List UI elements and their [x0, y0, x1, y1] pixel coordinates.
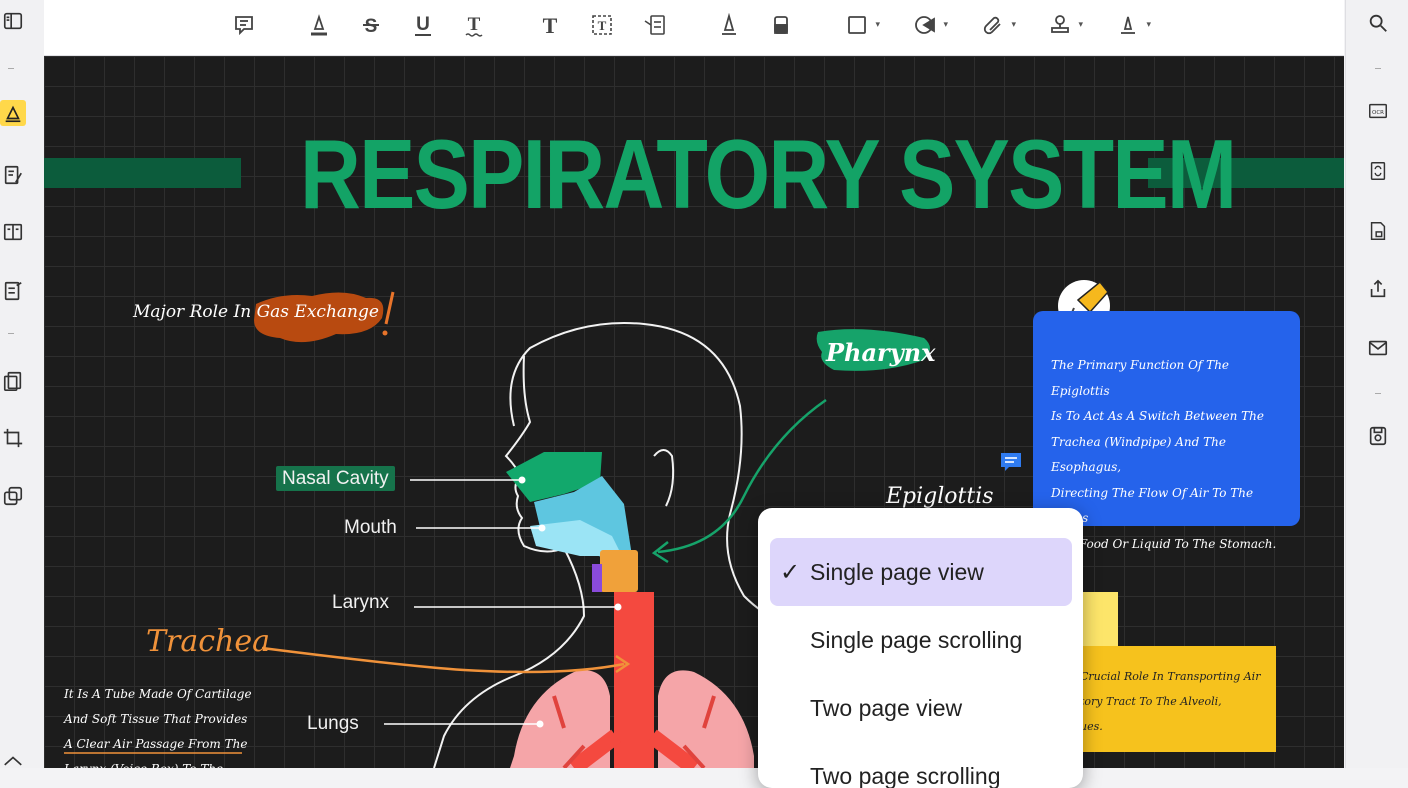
protect-icon[interactable]: [1365, 218, 1391, 244]
trachea-arrow: [262, 648, 624, 672]
svg-text:T: T: [468, 14, 481, 35]
nasal-cavity-label: Nasal Cavity: [276, 468, 395, 490]
menu-item-label: Two page scrolling: [810, 763, 1001, 788]
svg-text:U: U: [416, 14, 430, 35]
trachea-note-line: Larynx (Voice Box) To The: [64, 757, 264, 768]
menu-item-label: Two page view: [810, 695, 962, 722]
email-icon[interactable]: [1365, 335, 1391, 361]
tagline-highlight: Gas Exchange: [257, 302, 379, 322]
larynx-label: Larynx: [332, 592, 389, 614]
organize-pages-icon[interactable]: [0, 368, 26, 394]
comment-icon[interactable]: [229, 10, 259, 40]
epiglottis-note-text: The Primary Function Of The Epiglottis I…: [1051, 353, 1291, 557]
share-icon[interactable]: [1365, 276, 1391, 302]
trachea-label: Trachea: [146, 624, 270, 659]
annotation-toolbar: S U T T T ▾ ▾ ▾ ▾ ▾: [44, 0, 1344, 56]
text-callout-icon[interactable]: [640, 10, 670, 40]
text-icon[interactable]: T: [535, 10, 565, 40]
ear-outline: [654, 450, 673, 506]
comment-mode-icon[interactable]: [0, 100, 26, 126]
crop-icon[interactable]: [0, 425, 26, 451]
comment-marker-icon[interactable]: [999, 450, 1023, 474]
svg-text:T: T: [598, 18, 607, 33]
right-sidebar: OCR: [1345, 0, 1408, 768]
bookmark-icon[interactable]: [0, 750, 26, 776]
check-icon: ✓: [770, 558, 810, 587]
larynx-shape: [600, 550, 638, 592]
trachea-note: It Is A Tube Made Of Cartilage And Soft …: [64, 682, 264, 768]
lungs-label: Lungs: [307, 713, 359, 735]
tagline-exclamation: [386, 292, 393, 324]
compress-icon[interactable]: [0, 483, 26, 509]
thumbnail-panel-icon[interactable]: [0, 8, 26, 34]
mouth-label: Mouth: [344, 517, 397, 539]
shape-icon[interactable]: ▾: [842, 10, 872, 40]
trachea-note-line: It Is A Tube Made Of Cartilage: [64, 682, 264, 707]
menu-item-two-page-scrolling[interactable]: Two page scrolling: [770, 742, 1072, 788]
reader-mode-icon[interactable]: [0, 219, 26, 245]
alveoli-note-text: Crucial Role In Transporting Air tory Tr…: [1080, 664, 1270, 739]
convert-icon[interactable]: [1365, 158, 1391, 184]
area-highlight-icon[interactable]: ▾: [910, 10, 940, 40]
menu-item-two-page-view[interactable]: Two page view: [770, 674, 1072, 742]
search-icon[interactable]: [1365, 10, 1391, 36]
menu-item-single-page-view[interactable]: ✓Single page view: [770, 538, 1072, 606]
ocr-icon[interactable]: OCR: [1365, 98, 1391, 124]
text-box-icon[interactable]: T: [587, 10, 617, 40]
squiggly-underline-icon[interactable]: T: [459, 10, 489, 40]
epiglottis-note[interactable]: The Primary Function Of The Epiglottis I…: [1033, 311, 1300, 526]
highlight-icon[interactable]: [304, 10, 334, 40]
edit-mode-icon[interactable]: [0, 162, 26, 188]
alveoli-note[interactable]: Crucial Role In Transporting Air tory Tr…: [1070, 646, 1276, 752]
signature-icon[interactable]: ▾: [1113, 10, 1143, 40]
pencil-icon[interactable]: [714, 10, 744, 40]
menu-item-label: Single page view: [810, 559, 984, 586]
epiglottis-label: Epiglottis: [886, 484, 994, 509]
document-canvas[interactable]: RESPIRATORY SYSTEM: [44, 56, 1344, 768]
trachea-note-line: A Clear Air Passage From The: [64, 732, 264, 757]
pharynx-label: Pharynx: [826, 338, 935, 367]
trachea-note-line: And Soft Tissue That Provides: [64, 707, 264, 732]
form-mode-icon[interactable]: [0, 278, 26, 304]
save-icon[interactable]: [1365, 423, 1391, 449]
svg-text:T: T: [543, 13, 558, 37]
stamp-icon[interactable]: ▾: [1045, 10, 1075, 40]
svg-text:S: S: [365, 16, 378, 37]
tagline: Major Role In Gas Exchange: [133, 302, 379, 322]
eraser-icon[interactable]: [766, 10, 796, 40]
underline-icon[interactable]: U: [408, 10, 438, 40]
menu-item-label: Single page scrolling: [810, 627, 1022, 654]
svg-text:OCR: OCR: [1372, 110, 1384, 116]
page-view-menu: ✓Single page view Single page scrolling …: [758, 508, 1083, 788]
menu-item-single-page-scrolling[interactable]: Single page scrolling: [770, 606, 1072, 674]
strikethrough-icon[interactable]: S: [356, 10, 386, 40]
left-sidebar: [0, 0, 45, 768]
attachment-icon[interactable]: ▾: [978, 10, 1008, 40]
